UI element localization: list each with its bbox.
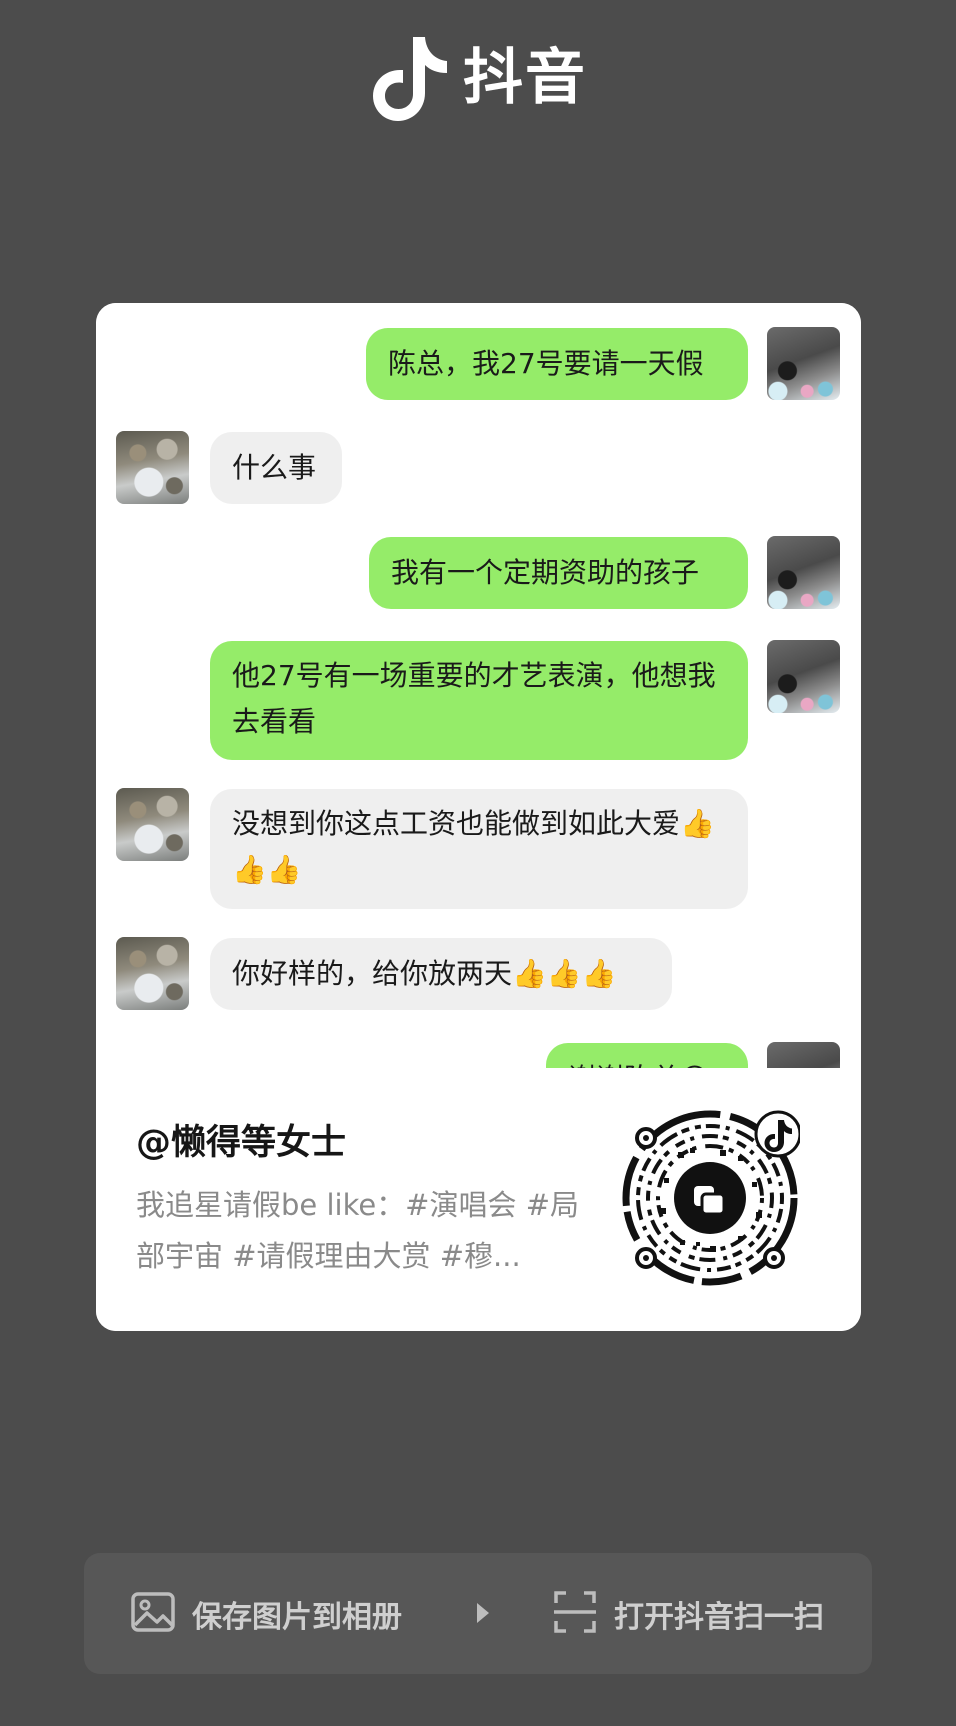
scan-icon xyxy=(552,1589,598,1639)
author-handle[interactable]: @懒得等女士 xyxy=(136,1114,346,1165)
qr-code xyxy=(620,1108,800,1288)
share-card[interactable]: 陈总，我27号要请一天假 什么事 我有一个定期资助的孩子 他27号有一场重要的才… xyxy=(96,303,861,1331)
douyin-logo-icon xyxy=(369,33,449,123)
chat-screenshot: 陈总，我27号要请一天假 什么事 我有一个定期资助的孩子 他27号有一场重要的才… xyxy=(96,303,861,1068)
open-douyin-scan-button[interactable]: 打开抖音扫一扫 xyxy=(552,1553,824,1674)
save-to-album-label: 保存图片到相册 xyxy=(192,1599,402,1635)
video-description: 我追星请假be like：#演唱会 #局部宇宙 #请假理由大赏 #穆... xyxy=(136,1188,580,1273)
chat-bubble-sent: 他27号有一场重要的才艺表演，他想我去看看 xyxy=(210,641,748,760)
avatar xyxy=(767,327,840,400)
avatar xyxy=(767,640,840,713)
avatar xyxy=(116,937,189,1010)
open-douyin-scan-label: 打开抖音扫一扫 xyxy=(614,1599,824,1635)
play-arrow-icon xyxy=(475,1601,491,1629)
chat-bubble-sent: 我有一个定期资助的孩子 xyxy=(369,537,748,609)
save-to-album-button[interactable]: 保存图片到相册 xyxy=(130,1553,402,1674)
action-bar: 保存图片到相册 打开抖音扫一扫 xyxy=(84,1553,872,1674)
chat-bubble-received: 没想到你这点工资也能做到如此大爱👍👍👍 xyxy=(210,789,748,909)
avatar xyxy=(116,431,189,504)
avatar xyxy=(116,788,189,861)
avatar xyxy=(767,1042,840,1068)
image-icon xyxy=(130,1589,176,1639)
card-footer: @懒得等女士 我追星请假be like：#演唱会 #局部宇宙 #请假理由大赏 #… xyxy=(96,1068,861,1331)
chat-bubble-sent: 谢谢陈总😊 xyxy=(546,1043,748,1068)
douyin-brand: 抖音 xyxy=(0,30,956,126)
chat-bubble-sent: 陈总，我27号要请一天假 xyxy=(366,328,748,400)
avatar xyxy=(767,536,840,609)
chat-bubble-received: 你好样的，给你放两天👍👍👍 xyxy=(210,938,672,1010)
chat-bubble-received: 什么事 xyxy=(210,432,342,504)
brand-name: 抖音 xyxy=(463,43,587,113)
